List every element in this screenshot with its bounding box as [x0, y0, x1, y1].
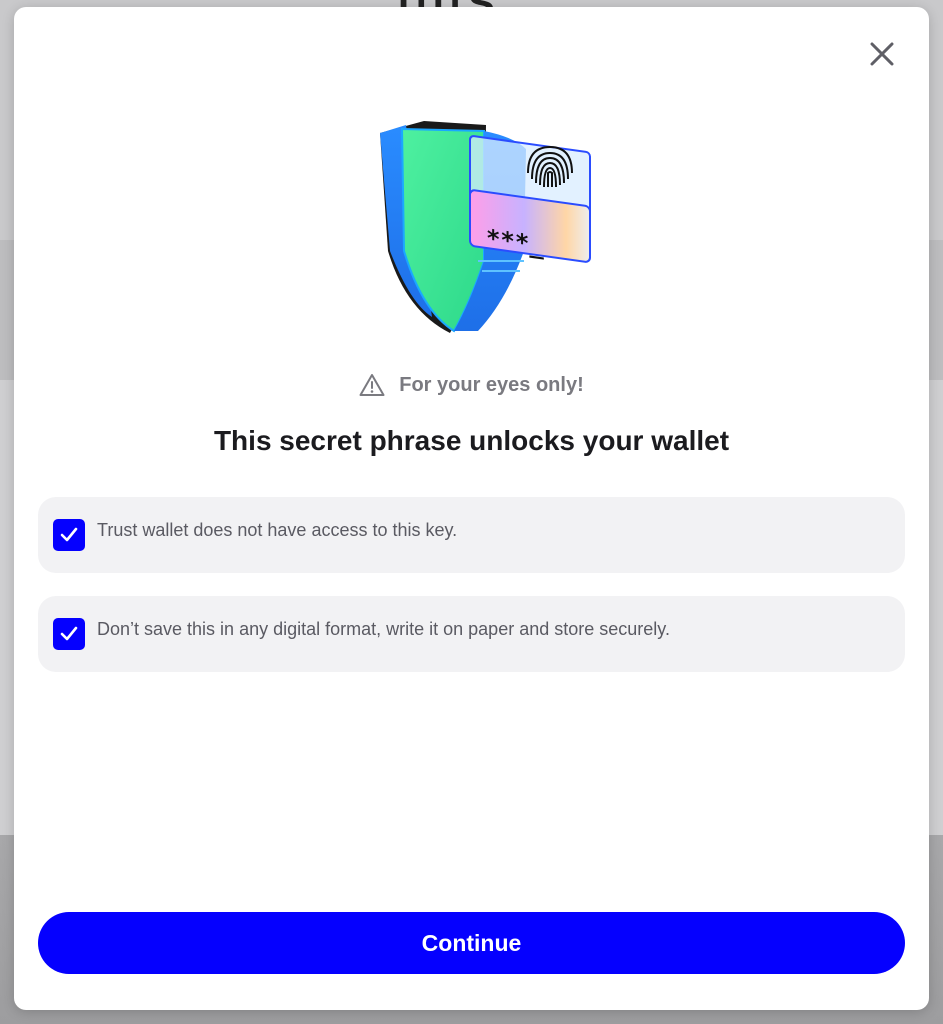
shield-fingerprint-password-illustration: ***_ [380, 121, 591, 333]
checkmark-icon [60, 626, 78, 641]
secret-phrase-modal: ***_ For your eyes only! This secret phr… [14, 7, 929, 1010]
acknowledgement-item[interactable]: Trust wallet does not have access to thi… [38, 497, 905, 573]
checkmark-icon [60, 527, 78, 542]
modal-title: This secret phrase unlocks your wallet [213, 425, 730, 456]
close-icon [870, 42, 894, 66]
acknowledgement-text: Trust wallet does not have access to thi… [97, 520, 458, 540]
close-button[interactable] [865, 37, 899, 71]
acknowledgement-item[interactable]: Don’t save this in any digital format, w… [38, 596, 905, 672]
acknowledgement-text: Don’t save this in any digital format, w… [97, 619, 670, 639]
warning-triangle-icon [359, 374, 385, 396]
warning-row: For your eyes only! [14, 373, 929, 397]
acknowledgement-checkbox[interactable] [53, 519, 85, 551]
acknowledgement-checkbox[interactable] [53, 618, 85, 650]
continue-button[interactable]: Continue [38, 912, 905, 974]
warning-text: For your eyes only! [399, 373, 584, 396]
